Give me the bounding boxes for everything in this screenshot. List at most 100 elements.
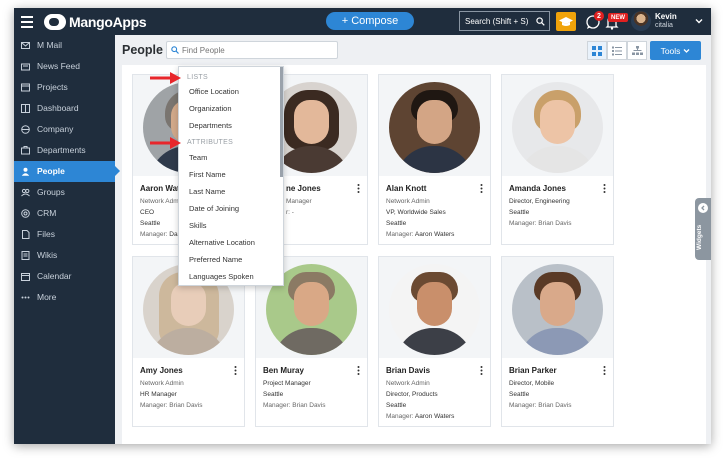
calendar-icon [21,273,30,281]
dropdown-item[interactable]: Departments [189,121,232,130]
app-window: MangoApps + Compose Search (Shift + S) 2… [14,8,711,444]
person-location: Seattle [386,220,407,227]
sidebar-item-crm[interactable]: CRM [14,203,115,224]
person-card[interactable]: Amanda Jones Director, Engineering Seatt… [501,74,614,245]
sidebar-item-label: Calendar [37,271,72,281]
pointer-arrow-icon [150,137,181,149]
org-chart-icon [631,45,643,55]
person-name[interactable]: Amanda Jones [509,184,566,193]
wikis-icon [21,251,30,260]
person-photo[interactable] [389,82,480,173]
person-name[interactable]: Ben Muray [263,366,304,375]
company-icon [21,125,30,134]
person-role: Project Manager [263,380,311,387]
mail-icon [21,42,30,49]
sidebar-item-calendar[interactable]: Calendar [14,266,115,287]
org-chart-view-button[interactable] [627,41,647,60]
more-vertical-icon[interactable] [357,184,360,193]
person-role: Network Admin [140,380,184,387]
dropdown-item[interactable]: Preferred Name [189,255,242,264]
chevron-down-icon[interactable] [695,17,703,25]
manager-name[interactable]: Aaron Waters [415,231,455,238]
dropdown-scrollbar[interactable] [280,67,283,177]
person-card[interactable]: Brian Parker Director, Mobile Seattle Ma… [501,256,614,427]
more-vertical-icon[interactable] [480,184,483,193]
person-role: Director, Engineering [509,198,570,205]
person-location: Seattle [509,209,530,216]
sidebar-item-files[interactable]: Files [14,224,115,245]
person-manager: Manager: Aaron Waters [386,413,454,420]
more-vertical-icon[interactable] [603,366,606,375]
widgets-label: Widgets [696,224,703,250]
manager-name[interactable]: Aaron Waters [415,413,455,420]
person-location: Seattle [509,391,530,398]
user-name[interactable]: Kevin [655,12,677,21]
person-photo[interactable] [389,264,480,355]
newsfeed-icon [21,63,30,71]
person-manager: r: - [286,209,294,216]
dropdown-item[interactable]: Organization [189,104,232,113]
logo-mark-icon [44,13,66,30]
dropdown-item[interactable]: Office Location [189,87,239,96]
compose-button[interactable]: + Compose [326,12,414,30]
dropdown-item[interactable]: Alternative Location [189,238,255,247]
sidebar-item-groups[interactable]: Groups [14,182,115,203]
chevron-down-icon [683,48,690,53]
person-photo[interactable] [512,264,603,355]
avatar[interactable] [631,11,651,31]
person-name[interactable]: Brian Davis [386,366,430,375]
dropdown-item[interactable]: Date of Joining [189,204,239,213]
view-toggle [587,41,647,60]
person-role: Network Admin [386,380,430,387]
person-role: Network Admin [386,198,430,205]
list-view-button[interactable] [607,41,627,60]
person-manager: Manager: Brian Davis [509,220,572,227]
person-name[interactable]: Alan Knott [386,184,426,193]
find-people-input[interactable] [166,41,338,59]
sidebar-item-label: Company [37,124,74,134]
sidebar-item-departments[interactable]: Departments [14,140,115,161]
sidebar-item-mail[interactable]: M Mail [14,35,115,56]
sidebar-item-label: More [37,292,57,302]
logo[interactable]: MangoApps [44,12,147,31]
more-vertical-icon[interactable] [603,184,606,193]
person-name[interactable]: ne Jones [286,184,321,193]
more-vertical-icon[interactable] [234,366,237,375]
files-icon [22,230,30,239]
global-search[interactable]: Search (Shift + S) [459,11,550,31]
user-org: citalia [655,22,673,29]
learning-cap-icon[interactable] [556,12,576,31]
new-badge: NEW [608,13,628,22]
sidebar-item-label: Departments [37,145,86,155]
person-card[interactable]: Alan Knott Network Admin VP, Worldwide S… [378,74,491,245]
sidebar-item-wikis[interactable]: Wikis [14,245,115,266]
sidebar-item-more[interactable]: More [14,287,115,308]
tools-button[interactable]: Tools [650,41,701,60]
person-photo[interactable] [512,82,603,173]
dashboard-icon [21,104,30,113]
grid-icon [592,45,602,56]
dropdown-item[interactable]: Last Name [189,187,225,196]
sidebar-item-projects[interactable]: Projects [14,77,115,98]
sidebar-item-dashboard[interactable]: Dashboard [14,98,115,119]
sidebar-item-people[interactable]: People [14,161,120,182]
dropdown-item[interactable]: Languages Spoken [189,272,254,281]
menu-icon[interactable] [14,8,40,35]
sidebar-item-company[interactable]: Company [14,119,115,140]
person-location: Seattle [140,220,161,227]
sidebar-item-news-feed[interactable]: News Feed [14,56,115,77]
page-title: People [122,43,163,57]
person-name[interactable]: Brian Parker [509,366,557,375]
grid-view-button[interactable] [587,41,607,60]
more-vertical-icon[interactable] [357,366,360,375]
person-card[interactable]: Brian Davis Network Admin Director, Prod… [378,256,491,427]
dropdown-item[interactable]: Team [189,153,207,162]
more-vertical-icon[interactable] [480,366,483,375]
dropdown-item[interactable]: Skills [189,221,207,230]
sidebar: M Mail News Feed Projects Dashboard Comp… [14,35,120,444]
person-name[interactable]: Amy Jones [140,366,183,375]
sidebar-item-label: M Mail [37,40,63,50]
groups-icon [21,188,30,197]
widgets-tab[interactable]: Widgets [695,198,711,260]
dropdown-item[interactable]: First Name [189,170,226,179]
